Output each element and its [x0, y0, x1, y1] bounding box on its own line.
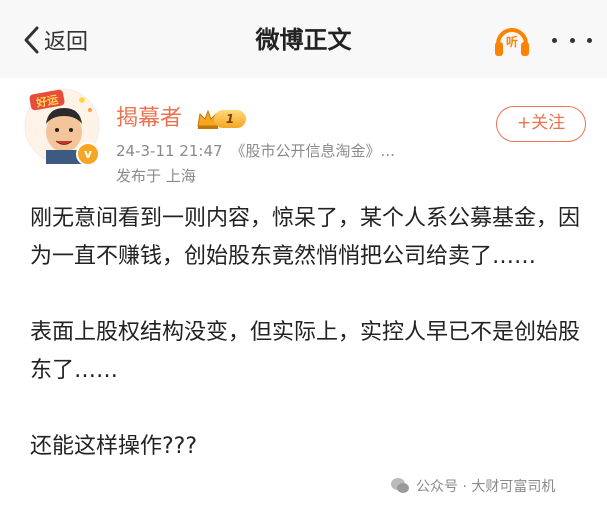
level-badge: 1 [214, 110, 246, 128]
dot-icon [569, 37, 575, 43]
top-bar: 返回 微博正文 听 [0, 0, 607, 78]
more-options-button[interactable] [552, 28, 592, 52]
post-meta: 24-3-11 21:47 《股市公开信息淘金》... [116, 140, 395, 162]
back-label: 返回 [44, 30, 89, 55]
watermark: 公众号 · 大财可富司机 [390, 476, 555, 496]
wechat-icon [391, 478, 409, 493]
post-source[interactable]: 《股市公开信息淘金》... [231, 142, 395, 160]
post-time: 24-3-11 21:47 [116, 142, 223, 160]
author-name[interactable]: 揭幕者 [116, 104, 182, 134]
chevron-left-icon [24, 26, 39, 54]
post-paragraph: 还能这样操作??? [30, 434, 198, 459]
dot-icon [587, 37, 592, 43]
follow-button[interactable]: +关注 [496, 106, 586, 142]
dot-icon [552, 37, 557, 43]
post-paragraph: 刚无意间看到一则内容，惊呆了，某个人系公募基金，因为一直不赚钱，创始股东竟然悄悄… [30, 206, 581, 269]
back-button[interactable]: 返回 [22, 22, 88, 58]
watermark-text: 公众号 · 大财可富司机 [416, 479, 556, 495]
listen-button[interactable]: 听 [492, 20, 532, 60]
listen-label: 听 [505, 35, 518, 49]
verified-badge: v [76, 142, 100, 166]
post-location: 发布于 上海 [116, 167, 196, 185]
post-content: 刚无意间看到一则内容，惊呆了，某个人系公募基金，因为一直不赚钱，创始股东竟然悄悄… [30, 200, 590, 466]
post-paragraph: 表面上股权结构没变，但实际上，实控人早已不是创始股东了…… [30, 320, 581, 383]
